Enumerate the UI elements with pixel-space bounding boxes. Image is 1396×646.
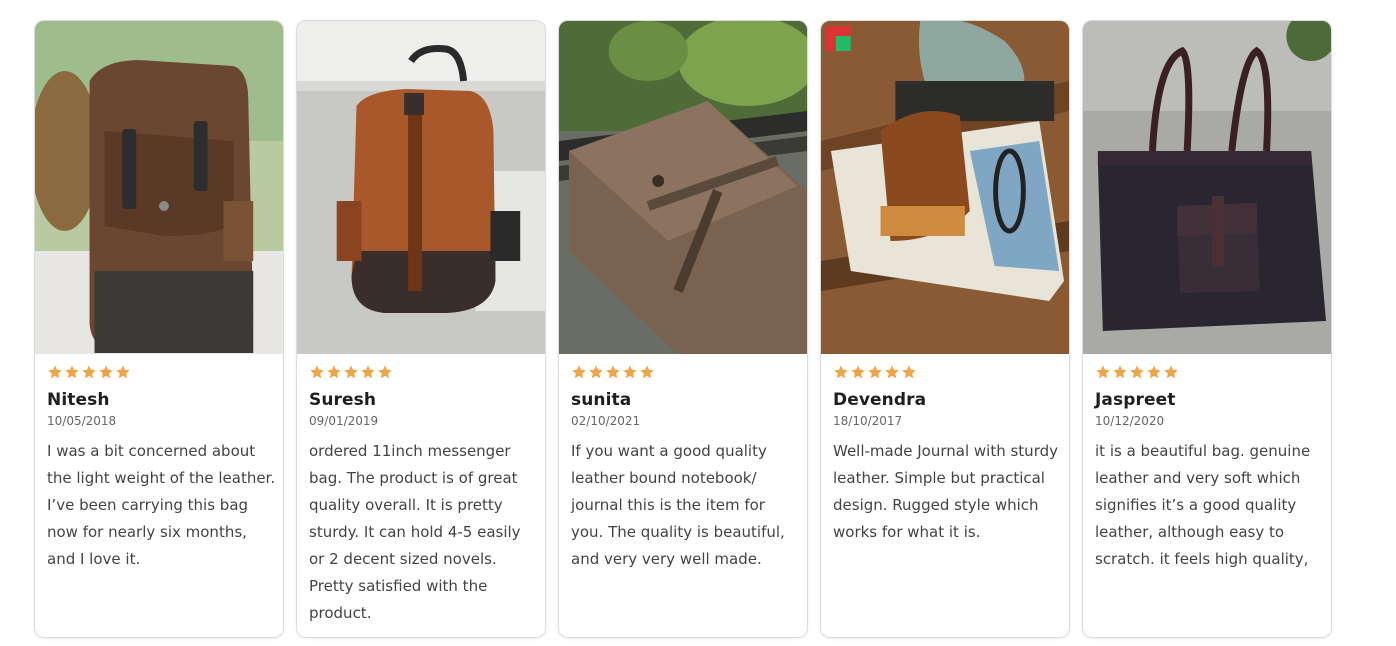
star-icon [98,364,114,380]
star-icon [622,364,638,380]
review-date: 18/10/2017 [833,414,903,428]
star-icon [833,364,849,380]
star-icon [850,364,866,380]
review-text: If you want a good quality leather bound… [571,442,785,568]
star-icon [360,364,376,380]
review-text: Well-made Journal with sturdy leather. S… [833,442,1058,541]
star-rating [571,364,807,380]
star-icon [1129,364,1145,380]
review-photo-journal[interactable] [821,21,1069,354]
review-card[interactable]: Suresh 09/01/2019 ordered 11inch messeng… [296,20,546,638]
star-rating [1095,364,1331,380]
star-icon [1163,364,1179,380]
star-icon [571,364,587,380]
review-photo-journal[interactable] [559,21,807,354]
review-card[interactable]: Jaspreet 10/12/2020 it is a beautiful ba… [1082,20,1332,638]
review-date: 02/10/2021 [571,414,641,428]
star-icon [64,364,80,380]
star-icon [81,364,97,380]
review-photo-backpack[interactable] [35,21,283,354]
reviewer-name: Jaspreet [1095,390,1176,410]
star-icon [1095,364,1111,380]
star-icon [605,364,621,380]
review-card[interactable]: Nitesh 10/05/2018 I was a bit concerned … [34,20,284,638]
reviewer-name: Nitesh [47,390,110,410]
reviews-row: Nitesh 10/05/2018 I was a bit concerned … [34,20,1332,638]
reviewer-name: Devendra [833,390,927,410]
review-text: ordered 11inch messenger bag. The produc… [309,442,521,622]
star-icon [309,364,325,380]
review-card[interactable]: Devendra 18/10/2017 Well-made Journal wi… [820,20,1070,638]
star-icon [901,364,917,380]
review-card[interactable]: sunita 02/10/2021 If you want a good qua… [558,20,808,638]
star-rating [309,364,545,380]
review-photo-tote-bag[interactable] [1083,21,1331,354]
review-date: 10/05/2018 [47,414,117,428]
review-text: I was a bit concerned about the light we… [47,442,276,568]
star-icon [1146,364,1162,380]
star-icon [588,364,604,380]
star-icon [1112,364,1128,380]
star-rating [47,364,283,380]
star-icon [343,364,359,380]
star-icon [115,364,131,380]
star-icon [47,364,63,380]
review-date: 10/12/2020 [1095,414,1165,428]
review-photo-backpack[interactable] [297,21,545,354]
reviewer-name: Suresh [309,390,377,410]
review-date: 09/01/2019 [309,414,379,428]
star-rating [833,364,1069,380]
reviewer-name: sunita [571,390,632,410]
star-icon [884,364,900,380]
review-text: it is a beautiful bag. genuine leather a… [1095,442,1311,568]
star-icon [377,364,393,380]
star-icon [867,364,883,380]
star-icon [326,364,342,380]
star-icon [639,364,655,380]
